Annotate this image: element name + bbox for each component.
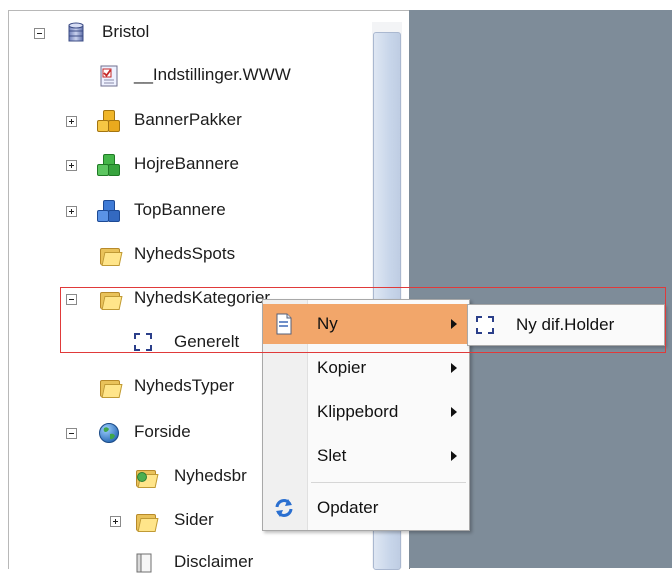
tree-label: Sider	[174, 510, 214, 529]
folder-icon	[98, 378, 123, 398]
menu-item-label: Klippebord	[317, 402, 399, 421]
submenu-arrow-icon	[451, 451, 457, 461]
cubes-blue-icon	[96, 200, 120, 222]
tree-label: Nyhedsbr	[174, 466, 247, 485]
tree-node-nyhedsspots[interactable]: NyhedsSpots	[98, 241, 328, 269]
expand-toggle-icon[interactable]	[110, 516, 121, 527]
tree-label: NyhedsSpots	[134, 244, 236, 263]
tree-node-bannerpakker[interactable]: BannerPakker	[66, 107, 326, 135]
tree-node-forside[interactable]: Forside	[66, 419, 266, 447]
globe-icon	[98, 422, 120, 444]
submenu: Ny dif.Holder	[467, 304, 665, 346]
menu-item-label: Ny	[317, 314, 338, 333]
tree-node-topbannere[interactable]: TopBannere	[66, 197, 326, 225]
tree-node-hojrebannere[interactable]: HojreBannere	[66, 151, 326, 179]
tree-label: __Indstillinger.WWW	[134, 65, 291, 84]
page-icon	[134, 552, 156, 574]
submenu-arrow-icon	[451, 363, 457, 373]
collapse-toggle-icon[interactable]	[66, 294, 77, 305]
folder-open-icon	[98, 290, 123, 310]
folder-icon	[134, 512, 159, 532]
folder-icon	[98, 246, 123, 266]
expand-toggle-icon[interactable]	[66, 160, 77, 171]
tree-node-nyhedstyper[interactable]: NyhedsTyper	[98, 373, 268, 401]
tree-label: HojreBannere	[134, 154, 239, 173]
tree-node-generelt[interactable]: Generelt	[134, 328, 274, 356]
expand-toggle-icon[interactable]	[66, 116, 77, 127]
application-window: Bristol __Indstillinger.WWW BannerPakker	[0, 0, 672, 573]
collapse-toggle-icon[interactable]	[66, 428, 77, 439]
placeholder-icon	[476, 316, 494, 334]
menu-separator	[311, 482, 466, 483]
database-icon	[66, 22, 88, 44]
tree-node-indstillinger[interactable]: __Indstillinger.WWW	[98, 62, 358, 90]
menu-item-kopier[interactable]: Kopier	[263, 348, 469, 388]
cubes-green-icon	[96, 154, 120, 176]
folder-special-icon	[134, 468, 159, 488]
collapse-toggle-icon[interactable]	[34, 28, 45, 39]
tree-node-sider[interactable]: Sider	[110, 507, 260, 535]
tree-node-bristol[interactable]: Bristol	[34, 19, 234, 47]
submenu-arrow-icon	[451, 407, 457, 417]
tree-label: NyhedsTyper	[134, 376, 235, 395]
menu-item-klippebord[interactable]: Klippebord	[263, 392, 469, 432]
tree-label: BannerPakker	[134, 110, 242, 129]
tree-label: Forside	[134, 422, 191, 441]
submenu-arrow-icon	[451, 319, 457, 329]
menu-item-ny[interactable]: Ny	[263, 304, 469, 344]
tree-label: Generelt	[174, 332, 240, 351]
tree-label: TopBannere	[134, 200, 226, 219]
menu-item-label: Slet	[317, 446, 347, 465]
menu-item-slet[interactable]: Slet	[263, 436, 469, 476]
settings-document-icon	[98, 65, 120, 87]
tree-node-nyhedsbr[interactable]: Nyhedsbr	[134, 463, 262, 491]
submenu-item-ny-dif-holder[interactable]: Ny dif.Holder	[468, 305, 664, 345]
tree-node-disclaimer[interactable]: Disclaimer	[134, 549, 274, 577]
submenu-item-label: Ny dif.Holder	[516, 315, 615, 334]
expand-toggle-icon[interactable]	[66, 206, 77, 217]
placeholder-icon	[134, 333, 152, 351]
cubes-gold-icon	[96, 110, 120, 132]
menu-item-opdater[interactable]: Opdater	[263, 488, 469, 528]
tree-label: Disclaimer	[174, 552, 254, 571]
tree-label: Bristol	[102, 22, 150, 41]
context-menu: Ny Kopier Klippebord Slet Opdater	[262, 299, 470, 531]
refresh-icon	[273, 497, 295, 519]
tree-label: NyhedsKategorier	[134, 288, 271, 307]
new-document-icon	[273, 313, 295, 335]
menu-item-label: Opdater	[317, 498, 379, 517]
menu-item-label: Kopier	[317, 358, 367, 377]
